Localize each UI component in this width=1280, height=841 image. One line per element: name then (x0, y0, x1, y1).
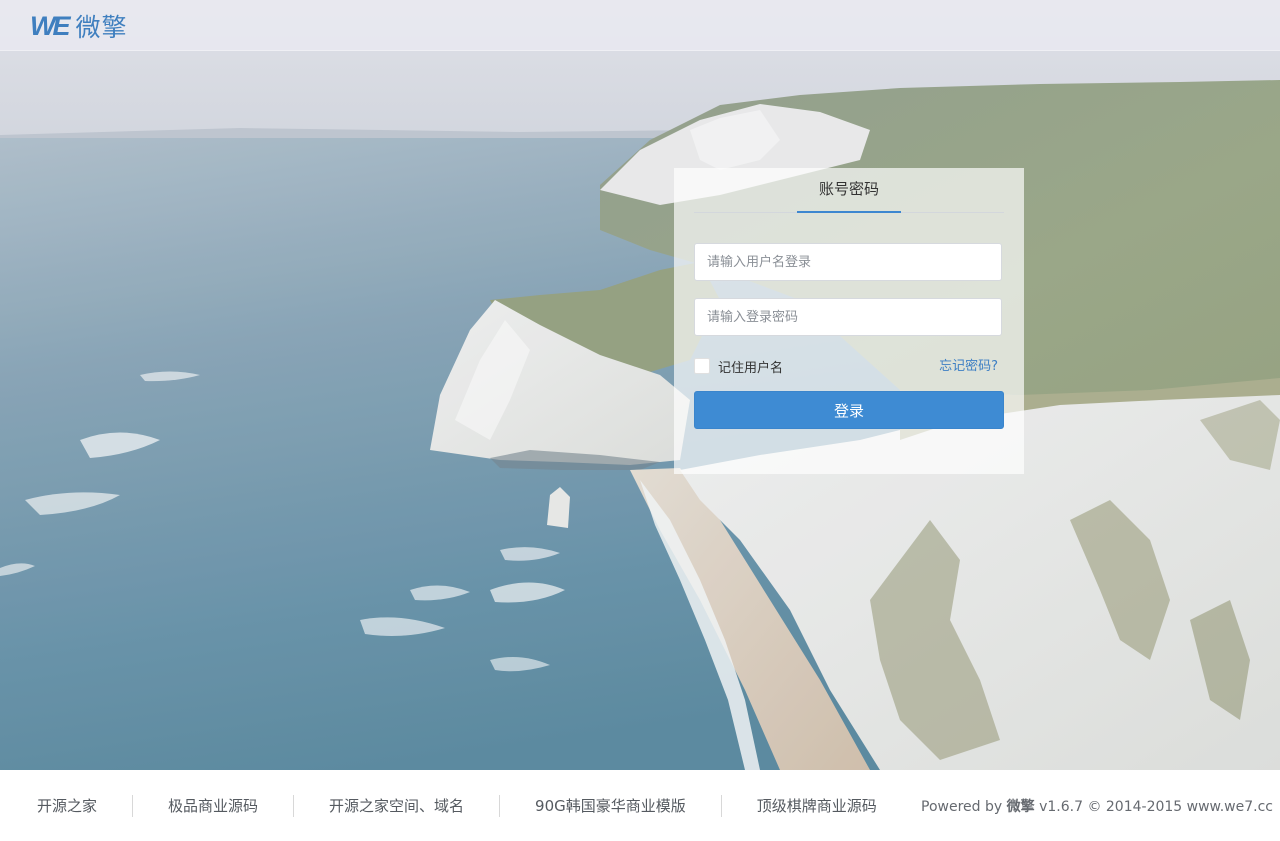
powered-by-brand: 微擎 (1006, 799, 1035, 815)
footer-link-premium-source[interactable]: 极品商业源码 (132, 795, 293, 817)
remember-username-label: 记住用户名 (718, 360, 784, 376)
footer: 开源之家 极品商业源码 开源之家空间、域名 90G韩国豪华商业模版 顶级棋牌商业… (0, 770, 1280, 841)
top-header-bar: WE 微擎 (0, 0, 1280, 51)
powered-by-prefix: Powered by (921, 799, 1003, 815)
brand-logo[interactable]: WE 微擎 (30, 10, 128, 43)
footer-link-hosting-domain[interactable]: 开源之家空间、域名 (293, 795, 499, 817)
background-coastline-image (0, 0, 1280, 770)
we7-logo-icon: WE (30, 10, 70, 41)
footer-link-open-source-home[interactable]: 开源之家 (0, 795, 132, 817)
brand-name: 微擎 (75, 13, 128, 42)
login-tabs: 账号密码 (694, 168, 1004, 213)
copyright-years: © 2014-2015 (1087, 799, 1183, 815)
copyright-text: Powered by 微擎 v1.6.7 © 2014-2015 www.we7… (921, 796, 1273, 816)
footer-links: 开源之家 极品商业源码 开源之家空间、域名 90G韩国豪华商业模版 顶级棋牌商业… (0, 794, 912, 818)
footer-link-chess-source[interactable]: 顶级棋牌商业源码 (720, 795, 912, 817)
password-input[interactable] (694, 298, 1002, 336)
forgot-password-link[interactable]: 忘记密码? (939, 355, 998, 374)
footer-link-korean-templates[interactable]: 90G韩国豪华商业模版 (499, 795, 721, 817)
checkbox-icon[interactable] (694, 358, 710, 374)
login-panel: 账号密码 记住用户名 忘记密码? 登录 (674, 168, 1024, 474)
login-page: WE 微擎 账号密码 记住用户名 忘记密码? 登录 开源之家 极品商业源码 开源… (0, 0, 1280, 841)
site-url: www.we7.cc (1186, 799, 1273, 815)
login-button[interactable]: 登录 (694, 391, 1004, 429)
remember-username-toggle[interactable]: 记住用户名 (694, 356, 783, 376)
username-input[interactable] (694, 243, 1002, 281)
version-text: v1.6.7 (1039, 799, 1083, 815)
tab-account-password[interactable]: 账号密码 (797, 168, 901, 213)
